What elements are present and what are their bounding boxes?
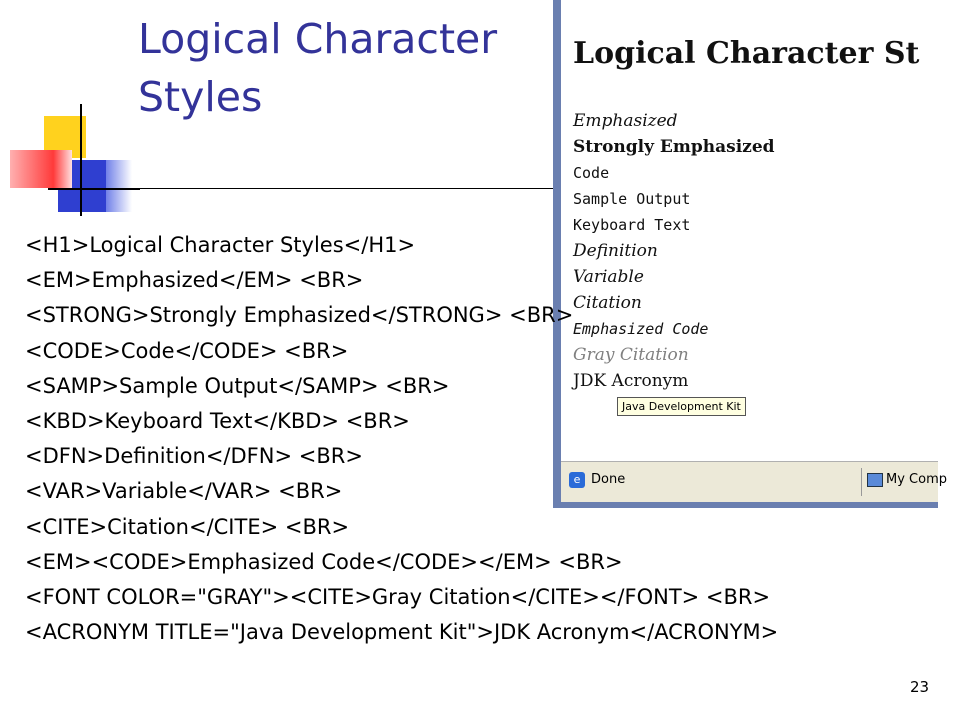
rendered-emphasized: Emphasized (573, 111, 678, 131)
my-computer-icon (867, 473, 883, 487)
security-zone-text: My Comp (886, 472, 947, 487)
logo-horizontal-line (48, 188, 140, 190)
rendered-code: Code (573, 164, 610, 182)
code-line-font-gray: <FONT COLOR="GRAY"><CITE>Gray Citation</… (25, 584, 771, 609)
code-line-code: <CODE>Code</CODE> <BR> (25, 338, 349, 363)
code-line-samp: <SAMP>Sample Output</SAMP> <BR> (25, 373, 450, 398)
code-line-h1: <H1>Logical Character Styles</H1> (25, 233, 416, 257)
html-code-listing: <H1>Logical Character Styles</H1> <EM>Em… (25, 228, 778, 650)
code-line-em-code: <EM><CODE>Emphasized Code</CODE></EM> <B… (25, 549, 623, 574)
slide-logo-decoration (0, 0, 140, 230)
logo-red-square (10, 150, 72, 188)
title-underline (140, 188, 560, 189)
code-line-cite: <CITE>Citation</CITE> <BR> (25, 514, 350, 539)
code-line-strong: <STRONG>Strongly Emphasized</STRONG> <BR… (25, 303, 574, 328)
slide-title: Logical Character Styles (138, 15, 498, 121)
code-line-var: <VAR>Variable</VAR> <BR> (25, 479, 343, 504)
rendered-sample-output: Sample Output (573, 190, 691, 208)
page-number: 23 (910, 678, 930, 696)
rendered-strong: Strongly Emphasized (573, 137, 775, 157)
status-separator (861, 468, 862, 496)
code-line-acronym: <ACRONYM TITLE="Java Development Kit">JD… (25, 620, 779, 645)
logo-vertical-line (80, 104, 82, 216)
logo-blue-fade (106, 160, 132, 212)
code-line-em: <EM>Emphasized</EM> <BR> (25, 268, 364, 293)
code-line-kbd: <KBD>Keyboard Text</KBD> <BR> (25, 408, 410, 433)
rendered-heading: Logical Character St (573, 36, 920, 71)
code-line-dfn: <DFN>Definition</DFN> <BR> (25, 444, 363, 469)
